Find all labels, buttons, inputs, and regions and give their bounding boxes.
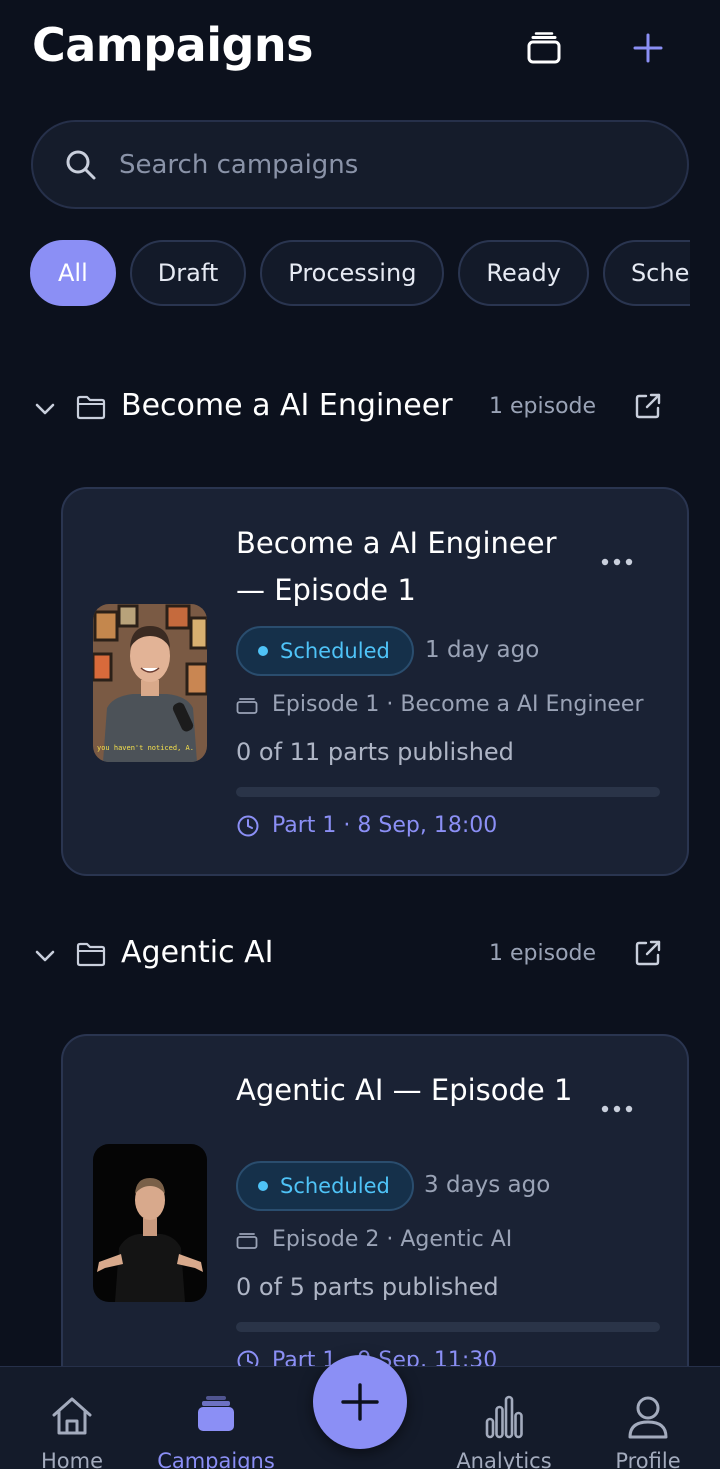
chevron-down-icon[interactable] [32,943,58,969]
page-title: Campaigns [32,18,314,72]
parts-published: 0 of 11 parts published [236,738,514,766]
thumbnail-caption: you haven't noticed, A. [97,744,194,752]
episode-label: Episode 2 · Agentic AI [272,1227,513,1252]
status-label: Scheduled [280,639,390,663]
campaigns-screen: Campaigns AllDraftProcessingReadySchedu [0,0,720,1469]
search-input[interactable] [119,149,639,180]
nav-home[interactable]: Home [22,1367,122,1469]
nav-campaigns-label: Campaigns [157,1449,275,1469]
episode-title: Become a AI Engineer — Episode 1 [236,520,596,614]
episode-title-line: Agentic AI — Episode 1 [236,1073,573,1107]
nav-analytics-label: Analytics [456,1449,552,1469]
nav-profile[interactable]: Profile [602,1367,694,1469]
chip-all[interactable]: All [30,240,116,306]
group-header[interactable]: Become a AI Engineer 1 episode [30,384,690,434]
status-dot [258,646,268,656]
episode-title-line: Become a AI Engineer [236,526,557,560]
folder-icon [76,395,106,420]
external-link-icon[interactable] [634,392,662,420]
chip-scheduled[interactable]: Schedu [602,240,690,306]
progress-bar [236,787,660,797]
status-dot [258,1181,268,1191]
nav-profile-label: Profile [615,1449,681,1469]
more-icon [601,1105,633,1113]
campaigns-icon [198,1396,234,1431]
chip-ready[interactable]: Ready [458,240,589,306]
episode-info: Episode 1 · Become a AI Engineer [236,692,644,717]
search-bar[interactable] [31,120,689,209]
plus-icon [633,33,663,63]
add-campaign-button[interactable] [626,26,670,70]
status-badge: Scheduled [236,626,414,676]
parts-published: 0 of 5 parts published [236,1273,499,1301]
time-ago: 1 day ago [425,637,540,663]
episode-thumbnail: you haven't noticed, A. [93,604,207,762]
episode-count: 1 episode [489,941,597,966]
time-ago: 3 days ago [424,1172,551,1198]
status-label: Scheduled [280,1174,390,1198]
group-header[interactable]: Agentic AI 1 episode [30,931,690,981]
chip-processing[interactable]: Processing [260,240,445,306]
external-link-icon[interactable] [634,939,662,967]
search-icon [65,148,99,182]
episode-label: Episode 1 · Become a AI Engineer [272,692,644,717]
folder-icon [76,942,106,967]
nav-campaigns[interactable]: Campaigns [150,1367,282,1469]
stack-button[interactable] [522,26,566,70]
group-name: Agentic AI [121,935,274,970]
episode-count: 1 episode [489,394,597,419]
create-fab-button[interactable] [313,1355,407,1449]
status-badge: Scheduled [236,1161,414,1211]
home-icon [52,1397,92,1435]
stack-icon [527,32,561,64]
chevron-down-icon[interactable] [32,396,58,422]
nav-analytics[interactable]: Analytics [450,1367,558,1469]
episode-info: Episode 2 · Agentic AI [236,1227,512,1252]
filter-chips: AllDraftProcessingReadySchedu [30,240,690,308]
progress-bar [236,1322,660,1332]
more-button[interactable] [597,552,637,572]
episode-card[interactable]: you haven't noticed, A. Become a AI Engi… [61,487,689,876]
episode-thumbnail [93,1144,207,1302]
plus-icon [341,1383,379,1421]
profile-icon [628,1396,668,1439]
nav-home-label: Home [40,1449,103,1469]
more-button[interactable] [597,1099,637,1119]
episode-title: Agentic AI — Episode 1 [236,1067,596,1114]
more-icon [601,558,633,566]
next-part-label: Part 1 · 8 Sep, 18:00 [272,813,498,838]
episode-title-line: — Episode 1 [236,573,416,607]
analytics-icon [485,1395,523,1439]
clock-icon [237,815,259,836]
next-part-schedule: Part 1 · 8 Sep, 18:00 [236,813,497,838]
chip-draft[interactable]: Draft [129,240,247,306]
episode-icon [236,1232,258,1249]
group-name: Become a AI Engineer [121,388,453,423]
episode-icon [236,697,258,714]
